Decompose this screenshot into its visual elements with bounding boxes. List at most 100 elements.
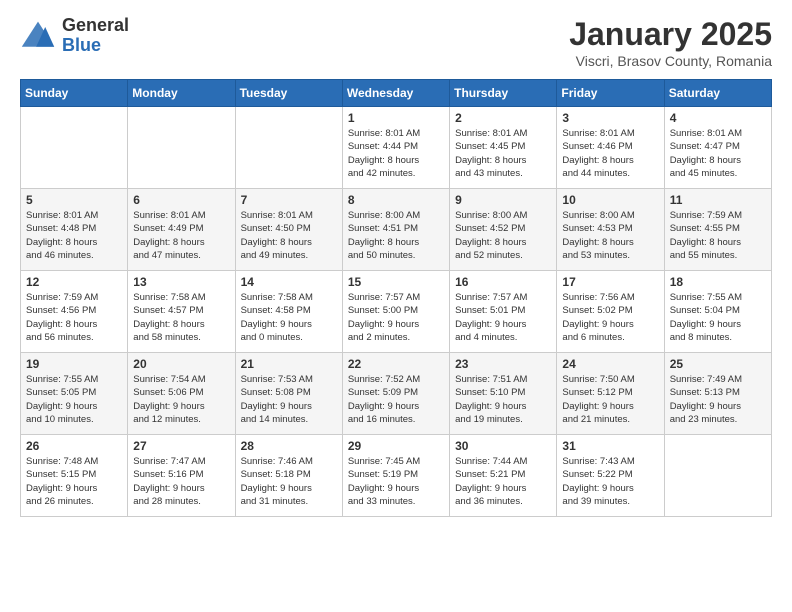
- day-number: 31: [562, 439, 658, 453]
- calendar-cell: 9Sunrise: 8:00 AM Sunset: 4:52 PM Daylig…: [450, 189, 557, 271]
- calendar-cell: 10 Sunrise: 8:00 AM Sunset: 4:53 PM Dayli…: [557, 189, 664, 271]
- day-info: Sunrise: 7:55 AM Sunset: 5:05 PM Dayligh…: [26, 373, 122, 426]
- calendar-cell: 7 Sunrise: 8:01 AM Sunset: 4:50 PM Daylig…: [235, 189, 342, 271]
- calendar-table: Sunday Monday Tuesday Wednesday Thursday…: [20, 79, 772, 517]
- calendar-cell: 8Sunrise: 8:00 AM Sunset: 4:51 PM Daylig…: [342, 189, 449, 271]
- header-row: Sunday Monday Tuesday Wednesday Thursday…: [21, 80, 772, 107]
- calendar-cell: [235, 107, 342, 189]
- calendar-cell: 22Sunrise: 7:52 AM Sunset: 5:09 PM Dayli…: [342, 353, 449, 435]
- calendar-cell: [128, 107, 235, 189]
- header-friday: Friday: [557, 80, 664, 107]
- header-monday: Monday: [128, 80, 235, 107]
- calendar-cell: 23 Sunrise: 7:51 AM Sunset: 5:10 PM Dayli…: [450, 353, 557, 435]
- day-number: 19: [26, 357, 122, 371]
- logo-text: General Blue: [62, 16, 129, 56]
- day-info: Sunrise: 8:01 AM Sunset: 4:46 PM Dayligh…: [562, 127, 658, 180]
- day-info: Sunrise: 7:58 AM Sunset: 4:57 PM Dayligh…: [133, 291, 229, 344]
- day-number: 20: [133, 357, 229, 371]
- calendar-week-5: 26Sunrise: 7:48 AM Sunset: 5:15 PM Dayli…: [21, 435, 772, 517]
- day-info: Sunrise: 7:57 AM Sunset: 5:01 PM Dayligh…: [455, 291, 551, 344]
- calendar-cell: 1 Sunrise: 8:01 AM Sunset: 4:44 PM Daylig…: [342, 107, 449, 189]
- calendar-cell: 28 Sunrise: 7:46 AM Sunset: 5:18 PM Dayli…: [235, 435, 342, 517]
- day-info: Sunrise: 7:50 AM Sunset: 5:12 PM Dayligh…: [562, 373, 658, 426]
- logo-icon: [20, 18, 56, 54]
- calendar-week-1: 1 Sunrise: 8:01 AM Sunset: 4:44 PM Daylig…: [21, 107, 772, 189]
- calendar-cell: 27 Sunrise: 7:47 AM Sunset: 5:16 PM Dayli…: [128, 435, 235, 517]
- calendar-cell: 14 Sunrise: 7:58 AM Sunset: 4:58 PM Dayli…: [235, 271, 342, 353]
- day-number: 10: [562, 193, 658, 207]
- calendar-cell: [21, 107, 128, 189]
- calendar-week-4: 19 Sunrise: 7:55 AM Sunset: 5:05 PM Dayli…: [21, 353, 772, 435]
- calendar-cell: 31 Sunrise: 7:43 AM Sunset: 5:22 PM Dayli…: [557, 435, 664, 517]
- page: General Blue January 2025 Viscri, Brasov…: [0, 0, 792, 533]
- title-block: January 2025 Viscri, Brasov County, Roma…: [569, 16, 772, 69]
- calendar-title: January 2025: [569, 16, 772, 53]
- day-info: Sunrise: 7:48 AM Sunset: 5:15 PM Dayligh…: [26, 455, 122, 508]
- day-info: Sunrise: 7:59 AM Sunset: 4:55 PM Dayligh…: [670, 209, 766, 262]
- day-number: 9: [455, 193, 551, 207]
- calendar-week-2: 5 Sunrise: 8:01 AM Sunset: 4:48 PM Daylig…: [21, 189, 772, 271]
- day-info: Sunrise: 8:01 AM Sunset: 4:48 PM Dayligh…: [26, 209, 122, 262]
- day-number: 5: [26, 193, 122, 207]
- day-info: Sunrise: 8:01 AM Sunset: 4:44 PM Dayligh…: [348, 127, 444, 180]
- header-thursday: Thursday: [450, 80, 557, 107]
- logo: General Blue: [20, 16, 129, 56]
- calendar-cell: 21Sunrise: 7:53 AM Sunset: 5:08 PM Dayli…: [235, 353, 342, 435]
- calendar-cell: 30 Sunrise: 7:44 AM Sunset: 5:21 PM Dayli…: [450, 435, 557, 517]
- calendar-cell: [664, 435, 771, 517]
- day-number: 1: [348, 111, 444, 125]
- day-number: 6: [133, 193, 229, 207]
- day-number: 23: [455, 357, 551, 371]
- day-number: 18: [670, 275, 766, 289]
- header-wednesday: Wednesday: [342, 80, 449, 107]
- day-number: 16: [455, 275, 551, 289]
- calendar-cell: 17Sunrise: 7:56 AM Sunset: 5:02 PM Dayli…: [557, 271, 664, 353]
- header-sunday: Sunday: [21, 80, 128, 107]
- day-number: 29: [348, 439, 444, 453]
- calendar-cell: 13 Sunrise: 7:58 AM Sunset: 4:57 PM Dayli…: [128, 271, 235, 353]
- header-tuesday: Tuesday: [235, 80, 342, 107]
- day-info: Sunrise: 7:44 AM Sunset: 5:21 PM Dayligh…: [455, 455, 551, 508]
- day-number: 27: [133, 439, 229, 453]
- calendar-cell: 6 Sunrise: 8:01 AM Sunset: 4:49 PM Daylig…: [128, 189, 235, 271]
- day-info: Sunrise: 8:01 AM Sunset: 4:45 PM Dayligh…: [455, 127, 551, 180]
- day-info: Sunrise: 7:47 AM Sunset: 5:16 PM Dayligh…: [133, 455, 229, 508]
- header-saturday: Saturday: [664, 80, 771, 107]
- calendar-cell: 4Sunrise: 8:01 AM Sunset: 4:47 PM Daylig…: [664, 107, 771, 189]
- day-number: 30: [455, 439, 551, 453]
- calendar-cell: 18 Sunrise: 7:55 AM Sunset: 5:04 PM Dayli…: [664, 271, 771, 353]
- logo-general: General: [62, 16, 129, 36]
- day-number: 28: [241, 439, 337, 453]
- day-number: 17: [562, 275, 658, 289]
- day-info: Sunrise: 8:00 AM Sunset: 4:51 PM Dayligh…: [348, 209, 444, 262]
- day-info: Sunrise: 7:57 AM Sunset: 5:00 PM Dayligh…: [348, 291, 444, 344]
- calendar-week-3: 12 Sunrise: 7:59 AM Sunset: 4:56 PM Dayli…: [21, 271, 772, 353]
- logo-blue: Blue: [62, 36, 129, 56]
- day-number: 7: [241, 193, 337, 207]
- day-info: Sunrise: 7:58 AM Sunset: 4:58 PM Dayligh…: [241, 291, 337, 344]
- day-info: Sunrise: 7:46 AM Sunset: 5:18 PM Dayligh…: [241, 455, 337, 508]
- day-info: Sunrise: 7:53 AM Sunset: 5:08 PM Dayligh…: [241, 373, 337, 426]
- day-info: Sunrise: 7:59 AM Sunset: 4:56 PM Dayligh…: [26, 291, 122, 344]
- calendar-subtitle: Viscri, Brasov County, Romania: [569, 53, 772, 69]
- day-number: 24: [562, 357, 658, 371]
- day-info: Sunrise: 7:55 AM Sunset: 5:04 PM Dayligh…: [670, 291, 766, 344]
- calendar-cell: 3 Sunrise: 8:01 AM Sunset: 4:46 PM Daylig…: [557, 107, 664, 189]
- day-info: Sunrise: 7:51 AM Sunset: 5:10 PM Dayligh…: [455, 373, 551, 426]
- day-info: Sunrise: 7:43 AM Sunset: 5:22 PM Dayligh…: [562, 455, 658, 508]
- day-number: 22: [348, 357, 444, 371]
- day-info: Sunrise: 8:01 AM Sunset: 4:49 PM Dayligh…: [133, 209, 229, 262]
- day-number: 3: [562, 111, 658, 125]
- day-info: Sunrise: 7:54 AM Sunset: 5:06 PM Dayligh…: [133, 373, 229, 426]
- calendar-body: 1 Sunrise: 8:01 AM Sunset: 4:44 PM Daylig…: [21, 107, 772, 517]
- calendar-cell: 5 Sunrise: 8:01 AM Sunset: 4:48 PM Daylig…: [21, 189, 128, 271]
- day-number: 13: [133, 275, 229, 289]
- calendar-cell: 15Sunrise: 7:57 AM Sunset: 5:00 PM Dayli…: [342, 271, 449, 353]
- day-number: 14: [241, 275, 337, 289]
- calendar-cell: 20 Sunrise: 7:54 AM Sunset: 5:06 PM Dayli…: [128, 353, 235, 435]
- day-info: Sunrise: 8:01 AM Sunset: 4:50 PM Dayligh…: [241, 209, 337, 262]
- day-number: 4: [670, 111, 766, 125]
- day-number: 12: [26, 275, 122, 289]
- calendar-cell: 19 Sunrise: 7:55 AM Sunset: 5:05 PM Dayli…: [21, 353, 128, 435]
- day-info: Sunrise: 8:00 AM Sunset: 4:53 PM Dayligh…: [562, 209, 658, 262]
